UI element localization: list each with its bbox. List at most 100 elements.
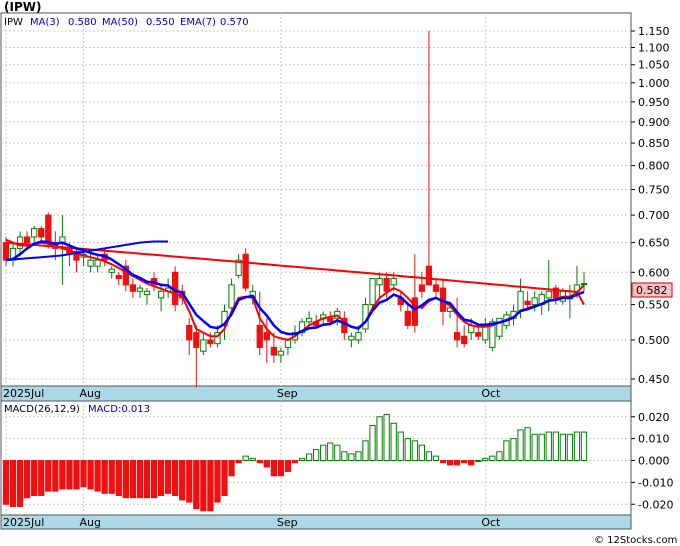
macd-bar (369, 425, 376, 461)
macd-bar (136, 460, 144, 499)
legend-ma3-value: 0.580 (68, 17, 97, 28)
macd-bar (432, 455, 440, 461)
macd-bar (538, 433, 545, 461)
candle-body (94, 259, 101, 267)
macd-bar (235, 460, 242, 464)
macd-legend-label: MACD(26,12,9) (4, 404, 80, 415)
macd-bar (256, 460, 263, 464)
macd-bar (397, 431, 404, 461)
macd-bar (186, 460, 193, 503)
price-tick-label: 0.450 (638, 373, 670, 386)
candle-body (284, 339, 292, 348)
candle-body (45, 214, 52, 244)
candle-body (38, 228, 45, 238)
macd-bar (9, 460, 17, 507)
macd-bar (404, 438, 411, 461)
candle-body (404, 310, 411, 326)
macd-bar (334, 444, 341, 461)
macd-bar (313, 449, 320, 461)
chart-title: (IPW) (4, 0, 41, 14)
macd-date-label: Sep (277, 516, 298, 529)
macd-bar (496, 451, 503, 461)
price-tick-label: 0.550 (638, 299, 670, 312)
macd-bar (179, 460, 186, 501)
last-price-value: 0.582 (636, 284, 668, 297)
macd-bar (327, 442, 334, 461)
candle-body (517, 290, 524, 312)
macd-bar (157, 460, 165, 496)
macd-legend-value: MACD:0.013 (88, 404, 150, 415)
macd-bar (164, 460, 172, 494)
macd-bar (242, 455, 249, 461)
candle-body (108, 268, 115, 273)
macd-bar (122, 460, 129, 499)
candle-body (383, 278, 390, 292)
macd-bar (566, 433, 574, 461)
macd-bar (461, 460, 468, 464)
macd-bar (221, 460, 228, 496)
legend-ema7-label: EMA(7) (180, 17, 216, 28)
candle-body (157, 290, 165, 299)
legend-ma50-label: MA(50) (102, 17, 138, 28)
macd-bar (172, 460, 179, 496)
candle-body (348, 335, 355, 341)
macd-bar (59, 460, 66, 490)
candle-body (242, 253, 249, 289)
macd-bar (446, 460, 454, 466)
macd-bar (531, 433, 538, 461)
macd-bar (87, 460, 94, 490)
legend-ema7-value: 0.570 (220, 17, 249, 28)
macd-bar (2, 460, 10, 505)
macd-bar (545, 431, 552, 461)
candle-body (115, 274, 122, 280)
watermark: © 12Stocks.com (594, 535, 677, 546)
macd-bar (31, 460, 38, 496)
candle-body (143, 290, 151, 296)
candle-body (425, 265, 433, 286)
candle-body (305, 317, 313, 323)
macd-bar (80, 460, 87, 488)
macd-bar (291, 460, 299, 464)
date-label: Aug (80, 387, 101, 400)
candle-body (200, 339, 207, 352)
macd-bar (503, 440, 510, 461)
macd-bar (524, 427, 531, 461)
macd-bar (193, 460, 200, 510)
macd-bar (489, 455, 496, 461)
candle-body (580, 283, 588, 286)
date-label: 2025Jul (3, 387, 44, 400)
price-tick-label: 0.650 (638, 237, 670, 250)
macd-bar (468, 460, 475, 466)
candle-body (327, 317, 334, 323)
macd-tick-label: 0.010 (638, 433, 670, 446)
price-axis: 1.150 1.100 1.050 1.000 0.950 0.900 0.850 0.800… (631, 25, 670, 386)
price-tick-label: 0.800 (638, 160, 670, 173)
macd-bar (214, 460, 221, 503)
candle-body (461, 335, 468, 345)
macd-bar (73, 460, 80, 490)
candle-body (531, 297, 538, 306)
macd-bar (362, 440, 369, 461)
price-tick-label: 0.500 (638, 334, 670, 347)
macd-bar (580, 431, 588, 461)
macd-tick-label: 0.000 (638, 455, 670, 468)
date-label: Sep (277, 387, 298, 400)
macd-date-label: 2025Jul (3, 516, 44, 529)
candle-body (545, 290, 552, 299)
macd-bar (425, 451, 433, 461)
macd-bar (228, 460, 235, 477)
macd-bar (284, 460, 292, 472)
candle-body (136, 287, 144, 292)
date-label: Oct (481, 387, 501, 400)
macd-bar (439, 460, 447, 464)
macd-bar (16, 460, 24, 507)
candle-body (31, 228, 38, 238)
price-tick-label: 1.100 (638, 41, 670, 54)
macd-bar (150, 460, 158, 499)
macd-bar (376, 416, 383, 461)
macd-bar (200, 460, 207, 512)
macd-bar (475, 460, 482, 462)
candle-body (207, 339, 214, 345)
macd-bar (348, 453, 355, 461)
macd-date-label: Aug (80, 516, 101, 529)
